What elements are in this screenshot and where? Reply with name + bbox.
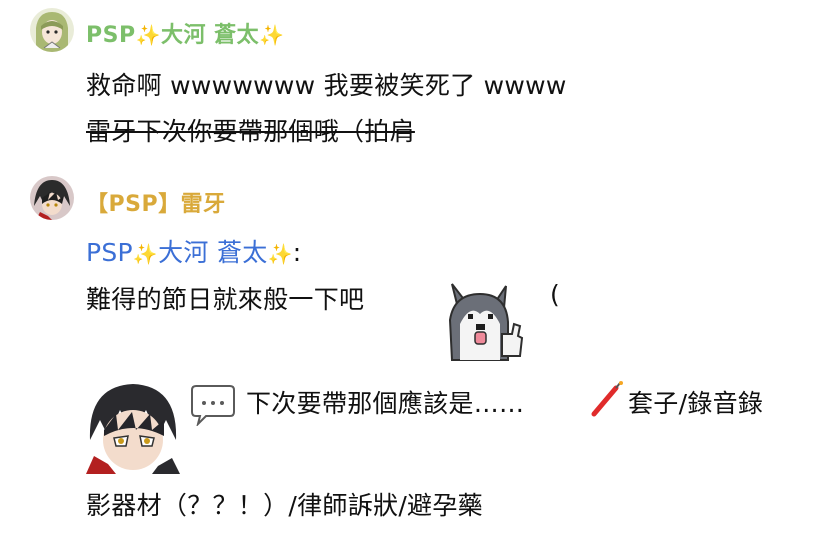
husky-thumbs-up-sticker[interactable] (442, 274, 528, 370)
author-name[interactable]: PSP✨大河 蒼太✨ (86, 17, 285, 49)
speech-bubble-ellipsis-icon (190, 382, 236, 428)
sparkles-icon: ✨ (135, 23, 161, 47)
message-line: 下次要帶那個應該是…… (246, 389, 525, 418)
mention-prefix: PSP (86, 238, 133, 267)
sparkles-icon: ✨ (267, 242, 293, 266)
message-line: 難得的節日就來般一下吧 (86, 285, 365, 314)
author-name[interactable]: 【PSP】雷牙 (86, 186, 226, 218)
mention-colon: : (292, 238, 302, 267)
sparkles-icon: ✨ (132, 242, 159, 266)
avatar-psp-raiga[interactable] (30, 176, 74, 220)
message-paren: ( (550, 280, 561, 309)
message-line: 套子/錄音錄 (628, 389, 764, 418)
message-line: 影器材（？？！）/律師訴狀/避孕藥 (86, 491, 483, 520)
firecracker-icon (590, 380, 624, 418)
author-display-name: 大河 蒼太 (161, 23, 260, 48)
avatar-psp-taiga[interactable] (30, 8, 74, 52)
sparkles-icon: ✨ (259, 23, 285, 47)
message-line: 救命啊 wwwwwww 我要被笑死了 wwww (86, 71, 567, 100)
author-prefix: PSP (86, 23, 136, 48)
raiga-face-sticker[interactable] (86, 380, 180, 474)
mention-link[interactable]: PSP✨大河 蒼太✨: (86, 233, 302, 269)
message-line-strikethrough: 雷牙下次你要帶那個哦（拍肩 (86, 117, 415, 146)
mention-name: 大河 蒼太 (158, 238, 268, 267)
